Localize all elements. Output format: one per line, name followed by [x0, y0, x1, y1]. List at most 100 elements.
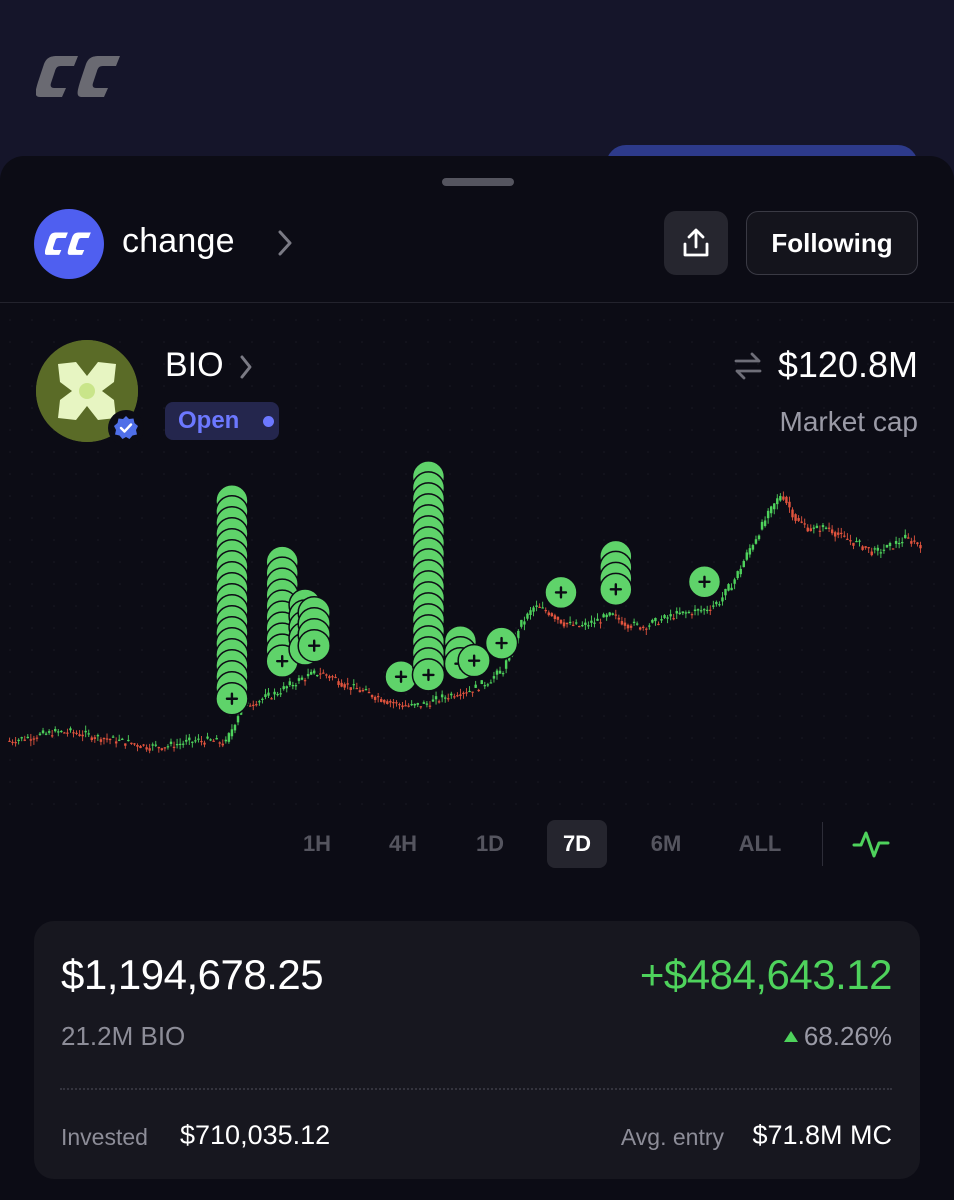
swap-arrows-icon[interactable]: [732, 350, 764, 382]
candle-body: [891, 548, 895, 550]
chevron-right-icon[interactable]: [238, 353, 254, 381]
grid-dot: [273, 803, 275, 805]
app-logo-icon[interactable]: [36, 52, 124, 102]
candle-body: [745, 552, 749, 560]
grid-dot: [933, 407, 935, 409]
grid-dot: [889, 517, 891, 519]
line-chart-toggle-icon[interactable]: [852, 828, 890, 860]
buy-marker[interactable]: [457, 643, 491, 678]
grid-dot: [691, 539, 693, 541]
grid-dot: [559, 715, 561, 717]
candle-body: [812, 527, 816, 529]
buy-marker[interactable]: [411, 658, 446, 692]
grid-dot: [207, 715, 209, 717]
candle-body: [520, 619, 523, 627]
candle-body: [876, 547, 880, 551]
grid-dot: [273, 517, 275, 519]
grid-dot: [119, 583, 121, 585]
grid-dot: [493, 605, 495, 607]
buy-marker[interactable]: [215, 681, 249, 716]
price-chart[interactable]: [0, 310, 954, 830]
candle-body: [114, 741, 118, 744]
candle-body: [483, 685, 487, 687]
candle-body: [185, 739, 188, 742]
grid-dot: [603, 781, 605, 783]
grid-dot: [75, 605, 77, 607]
candle-body: [66, 732, 69, 734]
timeframe-all[interactable]: ALL: [728, 820, 792, 868]
candle-body: [907, 537, 910, 539]
grid-dot: [383, 385, 385, 387]
grid-dot: [405, 649, 407, 651]
chevron-right-icon[interactable]: [276, 228, 294, 258]
candle-body: [175, 744, 179, 746]
candle-body: [163, 747, 167, 749]
timeframe-6m[interactable]: 6M: [639, 820, 693, 868]
candle-body: [322, 672, 325, 674]
buy-marker[interactable]: [484, 626, 519, 660]
grid-dot: [405, 539, 407, 541]
grid-dot: [603, 671, 605, 673]
following-button[interactable]: Following: [746, 211, 918, 275]
grid-dot: [97, 715, 99, 717]
candle-body: [227, 733, 231, 742]
grid-dot: [537, 495, 539, 497]
grid-dot: [251, 671, 253, 673]
grid-dot: [603, 473, 605, 475]
candle-body: [709, 609, 712, 611]
buy-marker[interactable]: [687, 565, 722, 599]
grid-dot: [691, 429, 693, 431]
grid-dot: [735, 407, 737, 409]
grid-dot: [471, 583, 473, 585]
grid-dot: [933, 759, 935, 761]
grid-dot: [31, 781, 33, 783]
buy-marker[interactable]: [599, 572, 633, 607]
grid-dot: [449, 363, 451, 365]
grid-dot: [735, 737, 737, 739]
timeframe-1h[interactable]: 1H: [290, 820, 344, 868]
grid-dot: [845, 671, 847, 673]
buy-marker[interactable]: [544, 575, 578, 610]
grid-dot: [9, 693, 11, 695]
candle-body: [465, 692, 468, 694]
grid-dot: [845, 737, 847, 739]
candle-body: [26, 736, 30, 739]
grid-dot: [317, 715, 319, 717]
candle-body: [593, 622, 596, 624]
buy-marker[interactable]: [297, 628, 331, 663]
token-symbol[interactable]: BIO: [165, 346, 224, 385]
candle-body: [14, 741, 17, 744]
grid-dot: [339, 627, 341, 629]
share-button[interactable]: [664, 211, 728, 275]
grid-dot: [867, 341, 869, 343]
candle-body: [773, 503, 776, 510]
grid-dot: [933, 561, 935, 563]
grid-dot: [119, 715, 121, 717]
timeframe-4h[interactable]: 4H: [376, 820, 430, 868]
grid-dot: [933, 715, 935, 717]
grid-dot: [867, 781, 869, 783]
grid-dot: [735, 649, 737, 651]
grid-dot: [339, 671, 341, 673]
grid-dot: [713, 627, 715, 629]
grid-dot: [537, 385, 539, 387]
grid-dot: [31, 759, 33, 761]
candle-body: [23, 739, 26, 741]
grid-dot: [559, 781, 561, 783]
grid-dot: [471, 407, 473, 409]
candle-body: [635, 623, 639, 625]
sheet-drag-handle[interactable]: [442, 178, 514, 186]
grid-dot: [405, 473, 407, 475]
community-avatar[interactable]: [34, 209, 104, 279]
timeframe-7d[interactable]: 7D: [547, 820, 607, 868]
grid-dot: [361, 605, 363, 607]
grid-dot: [295, 803, 297, 805]
community-name[interactable]: change: [122, 222, 235, 261]
grid-dot: [53, 671, 55, 673]
timeframe-1d[interactable]: 1D: [463, 820, 517, 868]
pnl-percent: 68.26%: [783, 1021, 892, 1052]
grid-dot: [933, 319, 935, 321]
candle-body: [788, 501, 791, 508]
candle-body: [361, 689, 365, 692]
grid-dot: [801, 737, 803, 739]
